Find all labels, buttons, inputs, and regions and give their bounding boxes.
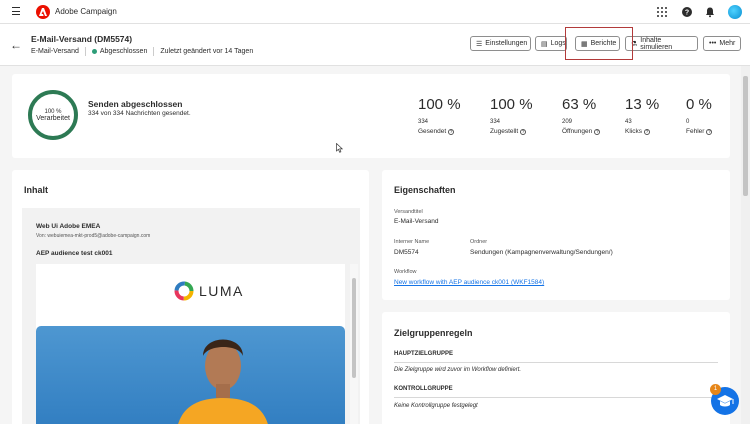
status-dot-icon	[91, 49, 97, 54]
email-preview[interactable]: Web Ui Adobe EMEA Von: webuiemea-mkt-pro…	[22, 208, 360, 424]
main-audience-label: HAUPTZIELGRUPPE	[394, 351, 454, 357]
more-button[interactable]: ••• Mehr	[703, 36, 741, 51]
info-icon[interactable]: ?	[520, 128, 527, 135]
email-body: LUMA	[36, 264, 345, 424]
control-group-desc: Keine Kontrollgruppe festgelegt	[394, 403, 478, 409]
metric-errors: 0 % 0 Fehler?	[686, 96, 713, 135]
bell-icon[interactable]	[704, 6, 716, 18]
mouse-cursor-icon	[336, 142, 344, 155]
workflow-label: Workflow	[394, 269, 417, 275]
properties-card: Eigenschaften Versandtitel E-Mail-Versan…	[382, 170, 730, 300]
delivery-title-label: Versandtitel	[394, 209, 423, 215]
audience-rules-card: Zielgruppenregeln HAUPTZIELGRUPPE Die Zi…	[382, 312, 730, 424]
top-bar: Adobe Campaign ?	[0, 0, 750, 24]
metric-delivered: 100 % 334 Zugestellt?	[490, 96, 533, 135]
settings-sliders-icon: ☰	[476, 40, 483, 48]
metric-clicks: 13 % 43 Klicks?	[625, 96, 660, 135]
header-meta: E-Mail-Versand Abgeschlossen Zuletzt geä…	[31, 47, 253, 56]
metric-sent: 100 % 334 Gesendet?	[418, 96, 461, 135]
email-subject: AEP audience test ck001	[36, 250, 113, 257]
menu-icon[interactable]	[12, 7, 20, 16]
annotation-highlight-box	[565, 27, 633, 60]
notification-badge: 1	[710, 384, 721, 395]
page-scrollbar[interactable]	[741, 66, 750, 424]
divider	[394, 397, 718, 398]
metric-opens: 63 % 209 Öffnungen?	[562, 96, 601, 135]
folder-label: Ordner	[470, 239, 488, 245]
app-name[interactable]: Adobe Campaign	[55, 7, 117, 16]
page-header: ← E-Mail-Versand (DM5574) E-Mail-Versand…	[0, 24, 750, 66]
control-group-label: KONTROLLGRUPPE	[394, 386, 453, 392]
delivery-type: E-Mail-Versand	[31, 48, 79, 55]
logs-button[interactable]: ▤ Logs	[535, 36, 567, 51]
internal-name-value: DM5574	[394, 249, 419, 256]
properties-heading: Eigenschaften	[394, 185, 456, 195]
info-icon[interactable]: ?	[594, 128, 601, 135]
sender-name: Web Ui Adobe EMEA	[36, 223, 101, 230]
back-arrow-icon[interactable]: ←	[10, 38, 22, 52]
svg-text:?: ?	[685, 10, 689, 17]
sender-address: Von: webuiemea-mkt-prod5@adobe-campaign.…	[36, 233, 151, 239]
simulate-content-button[interactable]: ⚗ Inhalte simulieren	[625, 36, 698, 51]
avatar[interactable]	[728, 5, 742, 19]
divider	[394, 362, 718, 363]
logs-icon: ▤	[541, 40, 548, 48]
content-heading: Inhalt	[24, 185, 48, 195]
page-title: E-Mail-Versand (DM5574)	[31, 34, 133, 44]
apps-grid-icon[interactable]	[656, 6, 668, 18]
info-icon[interactable]: ?	[643, 128, 650, 135]
delivery-summary-card: 100 % Verarbeitet Senden abgeschlossen 3…	[12, 74, 730, 158]
summary-subtitle: 334 von 334 Nachrichten gesendet.	[88, 110, 191, 117]
rules-heading: Zielgruppenregeln	[394, 328, 473, 338]
internal-name-label: Interner Name	[394, 239, 430, 245]
workflow-link[interactable]: New workflow with AEP audience ck001 (WK…	[394, 279, 544, 286]
more-dots-icon: •••	[709, 40, 717, 47]
info-icon[interactable]: ?	[706, 128, 713, 135]
last-modified: Zuletzt geändert vor 14 Tagen	[160, 48, 254, 55]
info-icon[interactable]: ?	[448, 128, 455, 135]
settings-button[interactable]: ☰ Einstellungen	[470, 36, 531, 51]
main-audience-desc: Die Zielgruppe wird zuvor im Workflow de…	[394, 367, 522, 373]
summary-title: Senden abgeschlossen	[88, 99, 183, 109]
status-badge: Abgeschlossen	[99, 48, 148, 55]
email-preview-scrollbar[interactable]	[350, 264, 358, 424]
luma-logo-icon	[174, 281, 194, 301]
hero-image	[36, 326, 345, 424]
adobe-logo-icon[interactable]	[36, 5, 50, 19]
folder-value: Sendungen (Kampagnenverwaltung/Sendungen…	[470, 249, 613, 256]
delivery-title-value: E-Mail-Versand	[394, 218, 439, 225]
processed-progress-ring: 100 % Verarbeitet	[28, 90, 78, 140]
luma-logo: LUMA	[174, 281, 244, 301]
help-icon[interactable]: ?	[681, 6, 693, 18]
